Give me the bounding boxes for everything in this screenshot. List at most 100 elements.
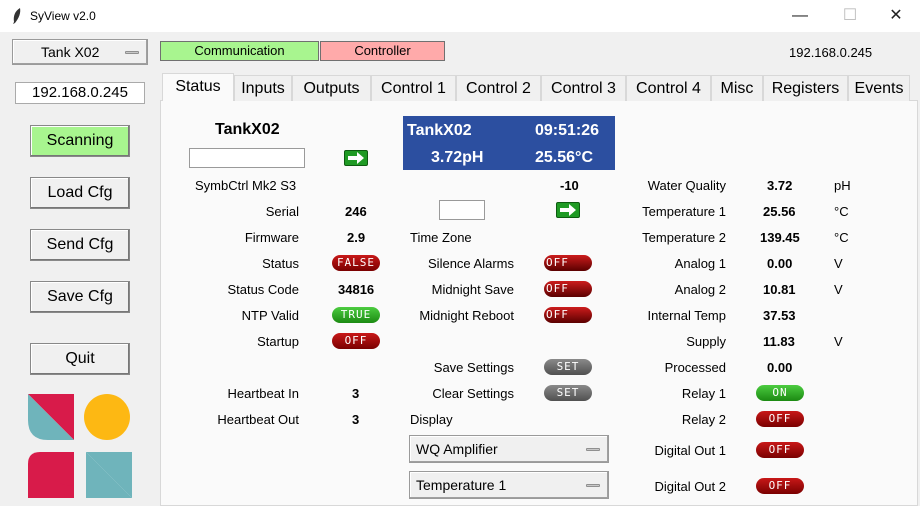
tab-control-2[interactable]: Control 2	[456, 75, 541, 101]
clear-settings-button[interactable]: SET	[544, 385, 592, 401]
relay-1-toggle[interactable]: ON	[756, 385, 804, 401]
device-name: TankX02	[215, 121, 280, 138]
maximize-button[interactable]: ☐	[838, 4, 862, 28]
display-select-1[interactable]: WQ Amplifier	[409, 435, 609, 463]
supply-value: 11.83	[763, 334, 795, 349]
heartbeat-in-value: 3	[352, 386, 360, 401]
controller-model: SymbCtrl Mk2 S3	[195, 178, 297, 193]
heartbeat-out-label: Heartbeat Out	[217, 412, 299, 427]
live-device-name: TankX02	[407, 122, 472, 139]
supply-label: Supply	[686, 334, 726, 349]
analog-1-value: 0.00	[767, 256, 793, 271]
silence-alarms-label: Silence Alarms	[428, 256, 514, 271]
clear-settings-label: Clear Settings	[432, 386, 514, 401]
timezone-input[interactable]	[439, 200, 485, 220]
save-cfg-button[interactable]: Save Cfg	[30, 281, 130, 313]
save-settings-label: Save Settings	[433, 360, 514, 375]
send-cfg-button[interactable]: Send Cfg	[30, 229, 130, 261]
quit-button[interactable]: Quit	[30, 343, 130, 375]
timezone-offset-value: -10	[560, 178, 579, 193]
tab-status[interactable]: Status	[162, 73, 234, 101]
apply-name-button[interactable]	[344, 150, 368, 166]
minimize-button[interactable]: —	[788, 4, 812, 28]
supply-unit: V	[834, 334, 843, 349]
serial-label: Serial	[265, 204, 299, 219]
live-ph: 3.72pH	[431, 149, 484, 166]
midnight-reboot-label: Midnight Reboot	[419, 308, 514, 323]
close-button[interactable]: ✕	[884, 4, 908, 28]
temperature-1-label: Temperature 1	[642, 204, 726, 219]
temperature-1-unit: °C	[834, 204, 849, 219]
ntp-valid-label: NTP Valid	[241, 308, 299, 323]
internal-temp-label: Internal Temp	[647, 308, 726, 323]
tab-control-3[interactable]: Control 3	[541, 75, 626, 101]
internal-temp-value: 37.53	[763, 308, 796, 323]
ip-address-field[interactable]: 192.168.0.245	[15, 82, 145, 104]
dropdown-icon	[125, 51, 139, 54]
live-temperature: 25.56°C	[535, 149, 593, 166]
digital-out-1-toggle[interactable]: OFF	[756, 442, 804, 458]
device-select[interactable]: Tank X02	[12, 39, 148, 65]
device-name-input[interactable]	[189, 148, 305, 168]
water-quality-label: Water Quality	[647, 178, 726, 193]
analog-2-value: 10.81	[763, 282, 796, 297]
tab-misc[interactable]: Misc	[711, 75, 763, 101]
digital-out-2-label: Digital Out 2	[654, 479, 726, 494]
window-title: SyView v2.0	[30, 9, 96, 23]
relay-1-label: Relay 1	[681, 386, 726, 401]
arrow-right-icon	[348, 152, 364, 164]
title-bar: SyView v2.0 — ☐ ✕	[0, 0, 920, 32]
water-quality-unit: pH	[834, 178, 851, 193]
silence-alarms-toggle[interactable]: OFF	[544, 255, 592, 271]
load-cfg-button[interactable]: Load Cfg	[30, 177, 130, 209]
time-zone-label: Time Zone	[410, 230, 472, 245]
scanning-button[interactable]: Scanning	[30, 125, 130, 157]
live-display-panel: TankX02 09:51:26 3.72pH 25.56°C	[403, 116, 615, 170]
display-select-1-value: WQ Amplifier	[416, 441, 498, 457]
status-code-label: Status Code	[227, 282, 299, 297]
display-label: Display	[410, 412, 453, 427]
tab-inputs[interactable]: Inputs	[234, 75, 292, 101]
midnight-save-label: Midnight Save	[431, 282, 514, 297]
digital-out-1-label: Digital Out 1	[654, 443, 726, 458]
relay-2-toggle[interactable]: OFF	[756, 411, 804, 427]
status-label: Status	[262, 256, 299, 271]
heartbeat-in-label: Heartbeat In	[227, 386, 299, 401]
status-code-value: 34816	[338, 282, 375, 297]
apply-timezone-button[interactable]	[556, 202, 580, 218]
analog-1-unit: V	[834, 256, 843, 271]
tab-events[interactable]: Events	[848, 75, 910, 101]
save-settings-button[interactable]: SET	[544, 359, 592, 375]
arrow-right-icon	[560, 204, 576, 216]
live-time: 09:51:26	[535, 122, 600, 139]
display-select-2[interactable]: Temperature 1	[409, 471, 609, 499]
device-select-value: Tank X02	[41, 44, 100, 60]
tab-outputs[interactable]: Outputs	[292, 75, 371, 101]
processed-value: 0.00	[767, 360, 793, 375]
digital-out-2-toggle[interactable]: OFF	[756, 478, 804, 494]
analog-1-label: Analog 1	[674, 256, 726, 271]
tab-control-4[interactable]: Control 4	[626, 75, 711, 101]
temperature-2-unit: °C	[834, 230, 849, 245]
display-select-2-value: Temperature 1	[416, 477, 507, 493]
relay-2-label: Relay 2	[681, 412, 726, 427]
analog-2-unit: V	[834, 282, 843, 297]
app-icon	[13, 8, 21, 24]
processed-label: Processed	[664, 360, 726, 375]
temperature-2-label: Temperature 2	[642, 230, 726, 245]
tab-registers[interactable]: Registers	[763, 75, 848, 101]
serial-value: 246	[345, 204, 367, 219]
startup-label: Startup	[257, 334, 299, 349]
startup-indicator: OFF	[332, 333, 380, 349]
tab-control-1[interactable]: Control 1	[371, 75, 456, 101]
ntp-valid-indicator: TRUE	[332, 307, 380, 323]
water-quality-value: 3.72	[767, 178, 793, 193]
ip-display: 192.168.0.245	[789, 45, 873, 60]
midnight-reboot-toggle[interactable]: OFF	[544, 307, 592, 323]
status-indicator: FALSE	[332, 255, 380, 271]
temperature-1-value: 25.56	[763, 204, 796, 219]
heartbeat-out-value: 3	[352, 412, 360, 427]
midnight-save-toggle[interactable]: OFF	[544, 281, 592, 297]
temperature-2-value: 139.45	[760, 230, 800, 245]
firmware-value: 2.9	[347, 230, 366, 245]
